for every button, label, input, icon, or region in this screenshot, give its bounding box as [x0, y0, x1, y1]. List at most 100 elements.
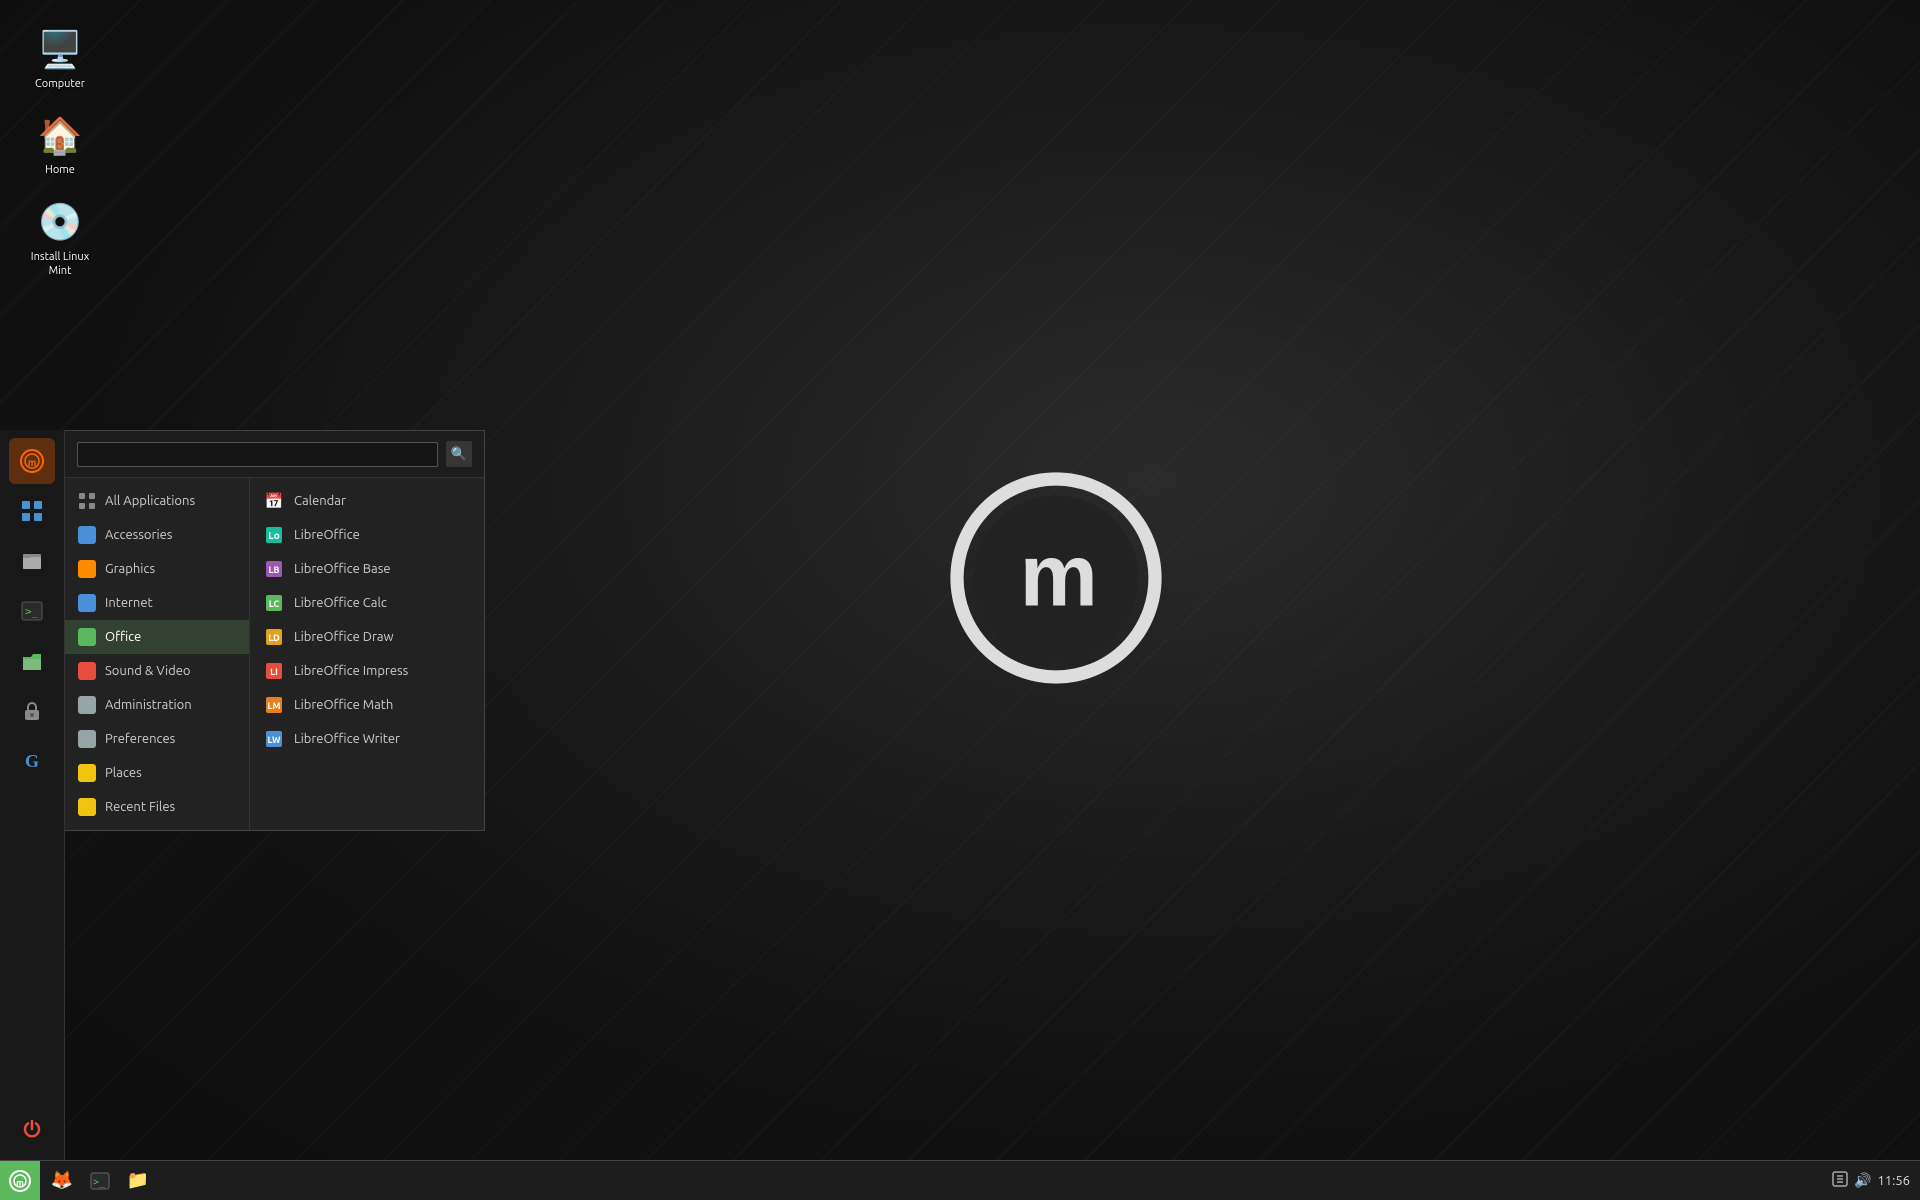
category-accessories-label: Accessories	[105, 528, 172, 542]
libreoffice-math-icon: LM	[264, 695, 284, 715]
svg-text:Lo: Lo	[268, 530, 280, 541]
search-input[interactable]	[77, 442, 438, 467]
sidebar-btn-mintmenu[interactable]: m	[9, 438, 55, 484]
places-icon	[77, 763, 97, 783]
category-accessories[interactable]: Accessories	[65, 518, 249, 552]
search-button[interactable]: 🔍	[446, 441, 472, 467]
taskbar-app-firefox[interactable]: 🦊	[44, 1163, 80, 1199]
folder-icon	[21, 650, 43, 672]
apps-list: 📅 Calendar Lo LibreOffice	[250, 478, 484, 830]
apps-grid-icon	[21, 500, 43, 522]
svg-text:m: m	[28, 457, 37, 468]
files-icon	[21, 550, 43, 572]
clock: 11:56	[1877, 1174, 1910, 1188]
accessories-icon	[77, 525, 97, 545]
taskbar-app-files[interactable]: 📁	[120, 1163, 156, 1199]
libreoffice-impress-icon: LI	[264, 661, 284, 681]
category-sound-video[interactable]: Sound & Video	[65, 654, 249, 688]
app-calendar-label: Calendar	[294, 494, 346, 508]
svg-text:LB: LB	[269, 565, 280, 575]
sidebar-btn-grub[interactable]: G	[9, 738, 55, 784]
libreoffice-calc-icon: LC	[264, 593, 284, 613]
administration-icon	[77, 695, 97, 715]
category-graphics-label: Graphics	[105, 562, 155, 576]
svg-text:>_: >_	[93, 1177, 106, 1188]
home-label: Home	[45, 163, 75, 177]
menu-body: All Applications Accessories Graphics	[65, 478, 484, 830]
app-libreoffice-calc[interactable]: LC LibreOffice Calc	[250, 586, 484, 620]
sidebar-btn-lock[interactable]	[9, 688, 55, 734]
search-bar: 🔍	[65, 431, 484, 478]
install-icon: 💿	[36, 198, 84, 246]
category-preferences-label: Preferences	[105, 732, 175, 746]
system-tray: 🔊 11:56	[1832, 1171, 1910, 1190]
svg-text:m: m	[1020, 526, 1093, 625]
libreoffice-draw-icon: LD	[264, 627, 284, 647]
svg-text:LD: LD	[268, 633, 280, 643]
category-office[interactable]: Office	[65, 620, 249, 654]
libreoffice-base-icon: LB	[264, 559, 284, 579]
app-libreoffice-writer-label: LibreOffice Writer	[294, 732, 400, 746]
category-internet[interactable]: Internet	[65, 586, 249, 620]
app-calendar[interactable]: 📅 Calendar	[250, 484, 484, 518]
sidebar-btn-apps[interactable]	[9, 488, 55, 534]
category-sound-video-label: Sound & Video	[105, 664, 191, 678]
app-libreoffice-draw[interactable]: LD LibreOffice Draw	[250, 620, 484, 654]
desktop: m 🖥️ Computer 🏠 Home 💿 Install Linux Min…	[0, 0, 1920, 1200]
lock-icon	[22, 700, 42, 722]
category-preferences[interactable]: Preferences	[65, 722, 249, 756]
app-libreoffice-impress-label: LibreOffice Impress	[294, 664, 408, 678]
desktop-icon-computer[interactable]: 🖥️ Computer	[20, 20, 100, 96]
taskbar: m 🦊 >_ 📁	[0, 1160, 1920, 1200]
category-all-label: All Applications	[105, 494, 195, 508]
preferences-icon	[77, 729, 97, 749]
libreoffice-writer-icon: LW	[264, 729, 284, 749]
graphics-icon	[77, 559, 97, 579]
category-places[interactable]: Places	[65, 756, 249, 790]
category-graphics[interactable]: Graphics	[65, 552, 249, 586]
volume-tray-icon[interactable]: 🔊	[1854, 1172, 1871, 1189]
all-apps-icon	[77, 491, 97, 511]
terminal-taskbar-icon: >_	[90, 1171, 110, 1191]
network-icon	[1832, 1171, 1848, 1187]
office-icon	[77, 627, 97, 647]
category-internet-label: Internet	[105, 596, 153, 610]
app-libreoffice-base[interactable]: LB LibreOffice Base	[250, 552, 484, 586]
taskbar-mint-icon: m	[8, 1169, 32, 1193]
desktop-icon-install[interactable]: 💿 Install Linux Mint	[20, 193, 100, 284]
libreoffice-app-icon: Lo	[264, 525, 284, 545]
sidebar-btn-terminal[interactable]: >_	[9, 588, 55, 634]
desktop-icon-home[interactable]: 🏠 Home	[20, 106, 100, 182]
terminal-icon: >_	[21, 600, 43, 622]
svg-text:LM: LM	[268, 701, 281, 711]
taskbar-apps: 🦊 >_ 📁	[40, 1163, 1832, 1199]
app-libreoffice-writer[interactable]: LW LibreOffice Writer	[250, 722, 484, 756]
internet-icon	[77, 593, 97, 613]
computer-icon: 🖥️	[36, 25, 84, 73]
svg-text:LW: LW	[267, 735, 281, 745]
category-office-label: Office	[105, 630, 141, 644]
sidebar-btn-files[interactable]	[9, 538, 55, 584]
app-libreoffice[interactable]: Lo LibreOffice	[250, 518, 484, 552]
svg-text:LI: LI	[270, 667, 278, 677]
category-administration[interactable]: Administration	[65, 688, 249, 722]
taskbar-app-terminal[interactable]: >_	[82, 1163, 118, 1199]
app-libreoffice-math[interactable]: LM LibreOffice Math	[250, 688, 484, 722]
recent-icon	[77, 797, 97, 817]
calendar-app-icon: 📅	[264, 491, 284, 511]
app-libreoffice-draw-label: LibreOffice Draw	[294, 630, 394, 644]
home-icon: 🏠	[36, 111, 84, 159]
category-recent[interactable]: Recent Files	[65, 790, 249, 824]
app-libreoffice-base-label: LibreOffice Base	[294, 562, 391, 576]
mint-icon: m	[19, 448, 45, 474]
category-all[interactable]: All Applications	[65, 484, 249, 518]
sidebar-btn-folder[interactable]	[9, 638, 55, 684]
app-libreoffice-label: LibreOffice	[294, 528, 360, 542]
app-libreoffice-impress[interactable]: LI LibreOffice Impress	[250, 654, 484, 688]
sound-video-icon	[77, 661, 97, 681]
sidebar-btn-power[interactable]	[9, 1106, 55, 1152]
taskbar-start-button[interactable]: m	[0, 1161, 40, 1200]
network-tray-icon	[1832, 1171, 1848, 1190]
power-icon	[21, 1118, 43, 1140]
svg-text:>_: >_	[25, 605, 39, 618]
